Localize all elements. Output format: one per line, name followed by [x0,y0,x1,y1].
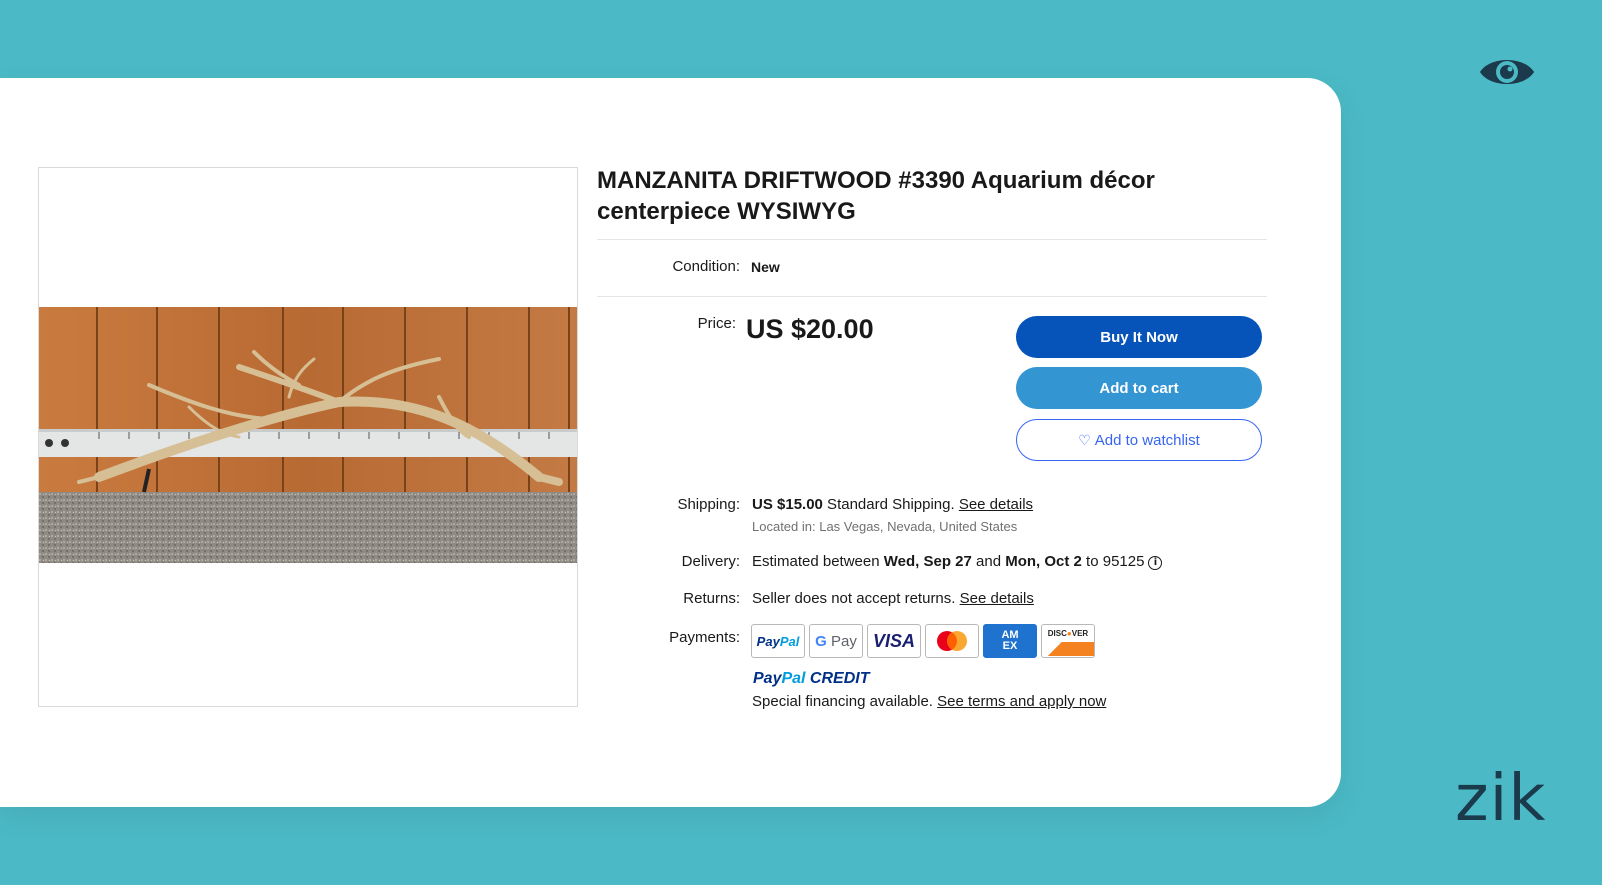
mastercard-icon [925,624,979,658]
returns-value: Seller does not accept returns. See deta… [752,590,1034,607]
paypal-credit-logo: PayPal CREDIT [753,670,869,688]
info-icon[interactable]: i [1148,555,1163,570]
condition-value: New [751,259,780,275]
financing-text: Special financing available. See terms a… [752,693,1106,710]
brand-logo: zik [1455,762,1547,836]
price-label: Price: [697,315,736,332]
shipping-price: US $15.00 [752,496,823,513]
watchlist-label: Add to watchlist [1094,431,1200,449]
paypal-credit-word: CREDIT [805,670,870,687]
payment-methods: PayPal G Pay VISA AM EX DISC●VER [751,624,1095,658]
delivery-and: and [971,553,1006,570]
delivery-prefix: Estimated between [752,553,884,570]
shipping-label: Shipping: [677,496,740,513]
condition-label: Condition: [672,258,740,275]
financing-label: Special financing available. [752,693,938,710]
delivery-start: Wed, Sep 27 [883,553,972,570]
divider [597,296,1267,297]
returns-details-link[interactable]: See details [960,590,1034,607]
shipping-details-link[interactable]: See details [959,496,1033,513]
discover-icon: DISC●VER [1041,624,1095,658]
eye-icon [1480,60,1534,84]
financing-link[interactable]: See terms and apply now [937,693,1106,710]
add-to-cart-button[interactable]: Add to cart [1016,367,1262,409]
delivery-estimate: Estimated between Wed, Sep 27 and Mon, O… [752,553,1163,570]
shipping-method: Standard Shipping. [822,496,959,513]
returns-text: Seller does not accept returns. [752,590,960,607]
product-photo [39,307,577,563]
heart-icon: ♡ [1078,431,1091,448]
google-pay-icon: G Pay [809,624,863,658]
add-to-watchlist-button[interactable]: ♡ Add to watchlist [1016,419,1262,461]
listing-title: MANZANITA DRIFTWOOD #3390 Aquarium décor… [597,167,1155,225]
price-value: US $20.00 [746,314,874,344]
divider [597,239,1267,240]
delivery-zip: to 95125 [1081,553,1145,570]
paypal-credit-pay: Pay [753,670,782,687]
visa-icon: VISA [867,624,921,658]
delivery-end: Mon, Oct 2 [1005,553,1082,570]
buy-it-now-button[interactable]: Buy It Now [1016,316,1262,358]
product-image-frame[interactable] [38,167,578,707]
paypal-icon: PayPal [751,624,805,658]
delivery-label: Delivery: [681,553,740,570]
amex-icon: AM EX [983,624,1037,658]
payments-label: Payments: [669,629,740,646]
returns-label: Returns: [683,590,740,607]
shipping-value: US $15.00 Standard Shipping. See details [752,496,1033,513]
paypal-credit-pal: Pal [781,670,806,687]
item-location: Located in: Las Vegas, Nevada, United St… [752,519,1018,534]
